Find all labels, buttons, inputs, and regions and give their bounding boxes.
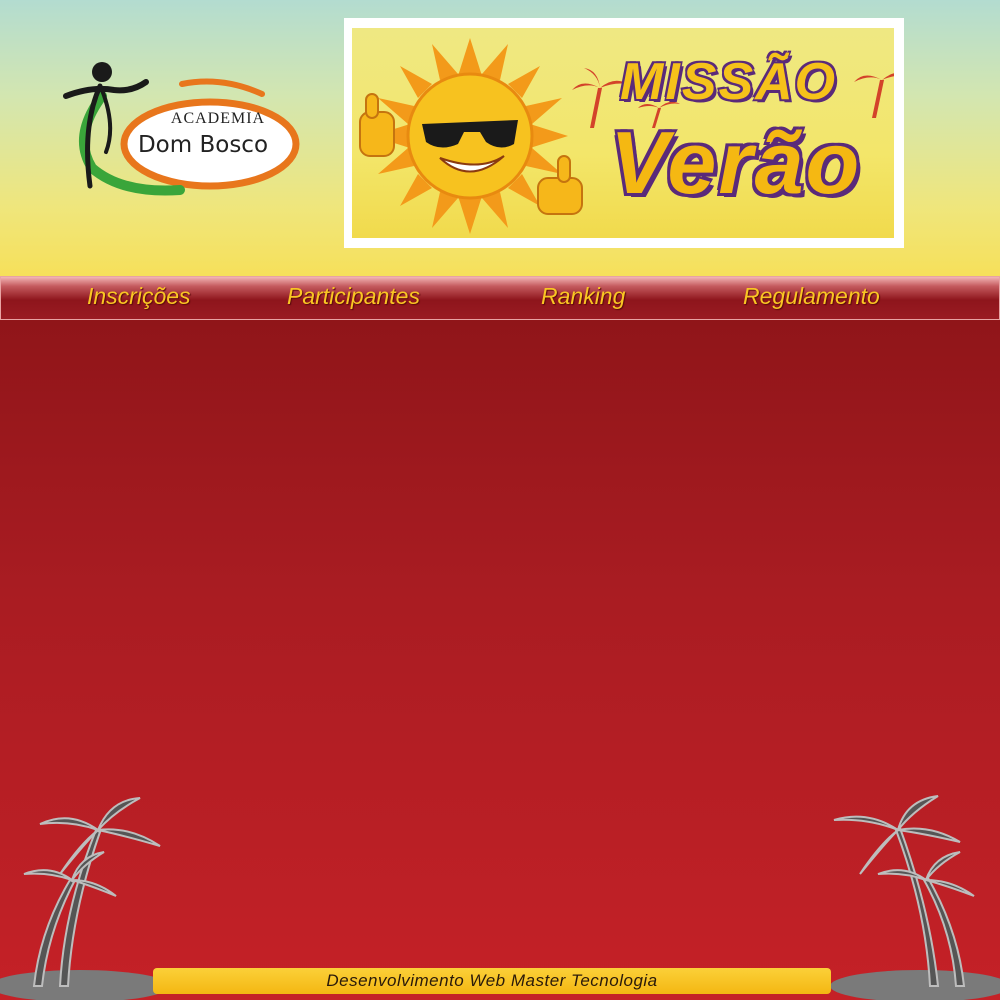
banner-title-verao: Verão [610,113,862,212]
nav-item-ranking[interactable]: Ranking [541,283,625,310]
header: ACADEMIA Dom Bosco MISSÃO Verão [0,0,1000,276]
logo-line-academia: ACADEMIA [170,110,266,127]
nav-item-participantes[interactable]: Participantes [287,283,420,310]
banner-title-missao: MISSÃO [620,53,838,111]
footer-credit-bar: Desenvolvimento Web Master Tecnologia [153,968,831,994]
footer-credit[interactable]: Desenvolvimento Web Master Tecnologia [326,971,657,990]
main-nav: Inscrições Participantes Ranking Regulam… [0,276,1000,320]
nav-item-regulamento[interactable]: Regulamento [743,283,880,310]
logo-line-name: Dom Bosco [137,132,269,158]
banner-artwork: MISSÃO Verão [352,28,894,238]
nav-item-inscricoes[interactable]: Inscrições [87,283,191,310]
palm-trees-right-icon [830,795,1000,1000]
academia-logo[interactable]: ACADEMIA Dom Bosco [62,56,302,196]
missao-verao-banner[interactable]: MISSÃO Verão [344,18,904,248]
